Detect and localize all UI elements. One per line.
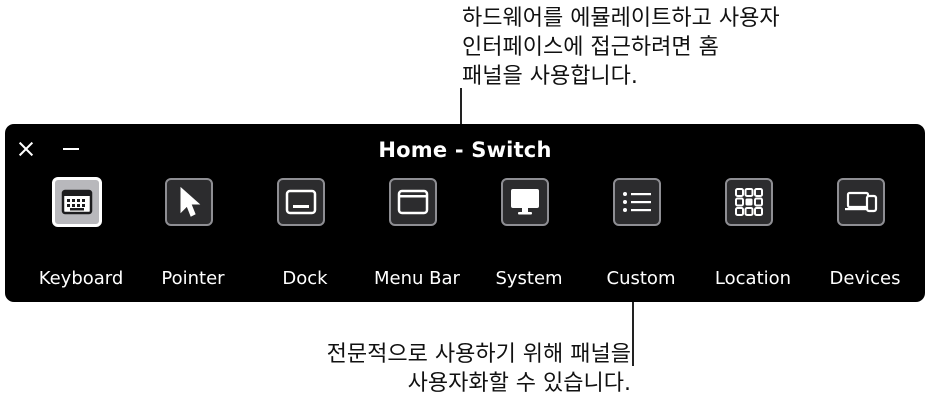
callout-customize: 전문적으로 사용하기 위해 패널을 사용자화할 수 있습니다. (211, 340, 631, 398)
dock-icon (285, 189, 317, 215)
tile-label: Devices (829, 268, 901, 289)
pointer-button[interactable]: Pointer (137, 176, 249, 296)
tile-label: System (495, 268, 563, 289)
devices-icon (845, 191, 878, 213)
menu-bar-icon (397, 189, 429, 215)
keyboard-button[interactable]: Keyboard (25, 176, 137, 296)
callout-line: 인터페이스에 접근하려면 홈 (462, 35, 719, 60)
pointer-icon (180, 186, 201, 217)
devices-tile (837, 178, 885, 226)
menu-bar-tile (389, 178, 437, 226)
callout-line: 전문적으로 사용하기 위해 패널을 (326, 342, 631, 367)
accessibility-keyboard-illustration: 하드웨어를 에뮬레이트하고 사용자 인터페이스에 접근하려면 홈 패널을 사용합… (0, 0, 931, 410)
panel-buttons: Keyboard Pointer Dock Menu Bar System Cu… (5, 176, 925, 296)
callout-line: 하드웨어를 에뮬레이트하고 사용자 (462, 6, 780, 31)
keyboard-tile (52, 177, 102, 227)
system-tile (501, 178, 549, 226)
keyboard-icon (61, 189, 93, 215)
system-button[interactable]: System (473, 176, 585, 296)
tile-label: Dock (282, 268, 328, 289)
menu-bar-button[interactable]: Menu Bar (361, 176, 473, 296)
callout-leader-line (632, 302, 634, 366)
callout-home-panel: 하드웨어를 에뮬레이트하고 사용자 인터페이스에 접근하려면 홈 패널을 사용합… (462, 4, 882, 91)
custom-tile (613, 178, 661, 226)
tile-label: Keyboard (38, 268, 124, 289)
callout-leader-line (460, 88, 462, 126)
dock-tile (277, 178, 325, 226)
custom-list-icon (623, 192, 651, 212)
location-button[interactable]: Location (697, 176, 809, 296)
devices-button[interactable]: Devices (809, 176, 921, 296)
callout-line: 사용자화할 수 있습니다. (407, 371, 631, 396)
system-icon (511, 189, 539, 215)
pointer-tile (165, 178, 213, 226)
tile-label: Location (714, 268, 792, 289)
custom-button[interactable]: Custom (585, 176, 697, 296)
tile-label: Custom (606, 268, 676, 289)
callout-line: 패널을 사용합니다. (462, 64, 638, 89)
tile-label: Pointer (161, 268, 225, 289)
panel-title: Home - Switch (378, 138, 552, 162)
home-panel: Home - Switch Keyboard Pointer Dock Menu… (5, 124, 925, 302)
tile-label: Menu Bar (374, 268, 460, 289)
dock-button[interactable]: Dock (249, 176, 361, 296)
location-tile (725, 178, 773, 226)
location-grid-icon (735, 188, 763, 216)
